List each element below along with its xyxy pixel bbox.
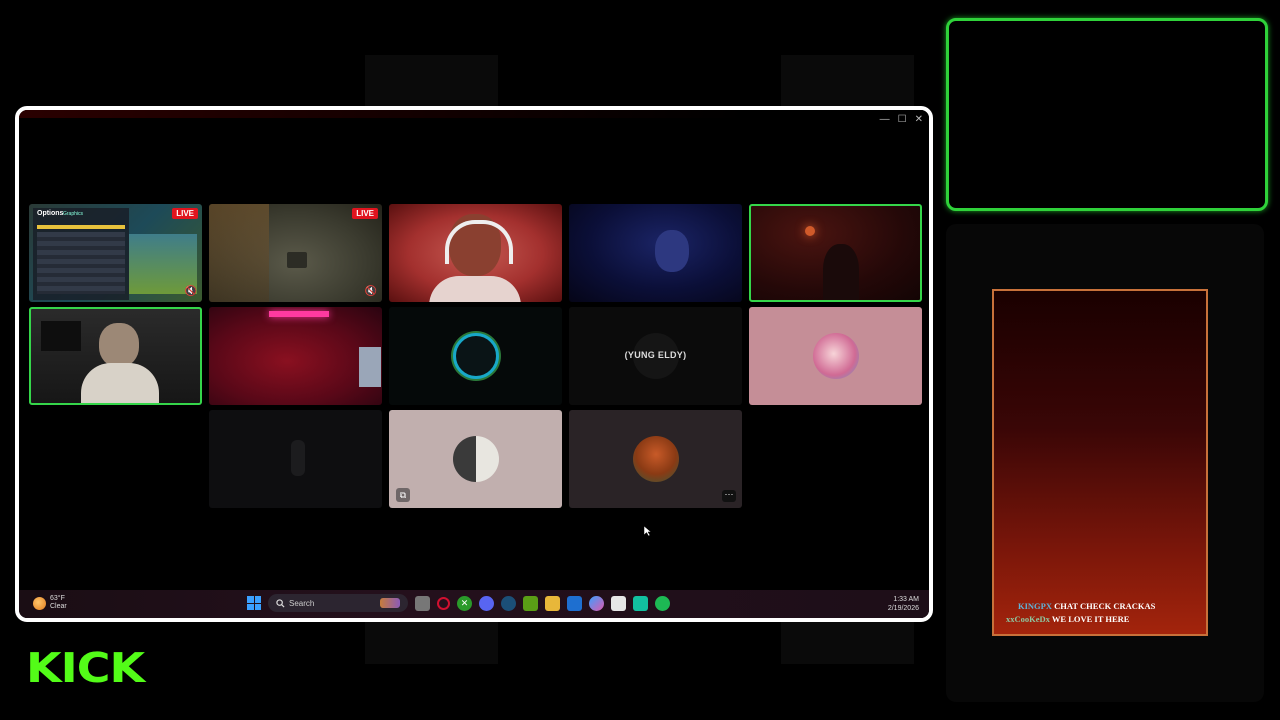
copilot-icon[interactable] xyxy=(589,595,604,611)
more-options-button[interactable]: ··· xyxy=(722,490,736,502)
kick-logo: KICK xyxy=(26,643,145,693)
weather-desc: Clear xyxy=(50,603,67,610)
chat-text: WE LOVE IT HERE xyxy=(1051,614,1130,624)
avatar xyxy=(452,333,499,379)
discord-icon[interactable] xyxy=(479,595,494,611)
taskbar-clock[interactable]: 1:33 AM 2/19/2026 xyxy=(888,595,919,613)
participant-tile-dark-red-room[interactable] xyxy=(749,204,922,302)
background-panel xyxy=(781,618,914,664)
live-badge: LIVE xyxy=(352,208,378,219)
shirt-shape xyxy=(429,276,521,302)
chat-message: KINGPX CHAT CHECK CRACKAS xyxy=(1018,601,1155,611)
avatar xyxy=(812,333,859,379)
overlay-subtitle: Graphics xyxy=(63,211,84,217)
background-panel xyxy=(365,55,498,107)
forest-scene xyxy=(209,204,269,302)
clock-time: 1:33 AM xyxy=(893,596,919,603)
window-titlebar xyxy=(19,110,929,118)
task-view-icon[interactable] xyxy=(415,595,430,611)
game-scene xyxy=(129,234,197,294)
calendar-icon[interactable] xyxy=(611,595,626,611)
live-badge: LIVE xyxy=(172,208,198,219)
chat-username: xxCooKeDx xyxy=(1006,614,1050,624)
headset-shape xyxy=(445,220,513,264)
avatar xyxy=(632,436,679,482)
person-silhouette xyxy=(291,440,305,476)
chat-username: KINGPX xyxy=(1018,601,1052,611)
lamp-light xyxy=(805,226,815,236)
participant-tile-pink[interactable] xyxy=(749,307,922,405)
window-controls: — ☐ ✕ xyxy=(880,114,923,125)
chat-text: CHAT CHECK CRACKAS xyxy=(1054,601,1156,611)
weather-temp: 63°F xyxy=(50,595,65,602)
mail-icon[interactable] xyxy=(567,595,582,611)
file-explorer-icon[interactable] xyxy=(545,595,560,611)
windows-taskbar: 63°F Clear Search ✕ 1:33 AM 2/19/2026 xyxy=(19,590,929,618)
chat-overlay: KINGPX CHAT CHECK CRACKAS xxCooKeDx WE L… xyxy=(992,289,1208,636)
app-icon[interactable] xyxy=(633,595,648,611)
monitor-shape xyxy=(359,347,381,387)
vehicle-shape xyxy=(287,252,307,268)
search-highlight-icon xyxy=(380,598,400,608)
neon-lights xyxy=(269,311,329,317)
search-placeholder: Search xyxy=(289,598,315,608)
weather-icon xyxy=(33,596,46,610)
person-silhouette xyxy=(99,323,139,367)
overlay-title: Options xyxy=(37,210,64,217)
windows-start-icon[interactable] xyxy=(247,596,261,610)
search-icon xyxy=(276,598,285,608)
participant-name: (YUNG ELDY) xyxy=(624,350,687,360)
opera-gx-icon[interactable] xyxy=(437,596,450,610)
participant-tile-dark-blue-cam[interactable] xyxy=(569,204,742,302)
speaker-muted-icon[interactable]: 🔇 xyxy=(185,286,197,297)
webcam-frame xyxy=(946,18,1268,211)
participant-tile-dark-room[interactable] xyxy=(209,410,382,508)
participant-tile-game-stream[interactable]: Options Graphics LIVE 🔇 xyxy=(29,204,202,302)
participant-tile-webcam-headset[interactable] xyxy=(389,204,562,302)
participant-tile-yung-eldy[interactable]: (YUNG ELDY) xyxy=(569,307,742,405)
close-button[interactable]: ✕ xyxy=(915,114,923,125)
steam-icon[interactable] xyxy=(501,595,516,611)
minimize-button[interactable]: — xyxy=(880,114,890,125)
participant-grid: Options Graphics LIVE 🔇 LIVE 🔇 (YUNG ELD… xyxy=(29,204,924,536)
participant-tile-avatar-ring[interactable] xyxy=(389,307,562,405)
participant-tile-beige[interactable]: ⧉ xyxy=(389,410,562,508)
participant-tile-red-bedroom[interactable] xyxy=(209,307,382,405)
call-window: — ☐ ✕ Options Graphics LIVE 🔇 LIVE 🔇 (YU… xyxy=(15,106,933,622)
maximize-button[interactable]: ☐ xyxy=(898,114,907,125)
speaker-muted-icon[interactable]: 🔇 xyxy=(365,286,377,297)
background-panel xyxy=(365,618,498,664)
person-silhouette xyxy=(823,244,859,300)
participant-tile-dark-mauve[interactable]: ··· xyxy=(569,410,742,508)
taskbar-apps: Search ✕ xyxy=(247,594,670,612)
mouse-cursor-icon xyxy=(644,526,652,536)
weather-widget[interactable]: 63°F Clear xyxy=(33,595,67,611)
chat-message: xxCooKeDx WE LOVE IT HERE xyxy=(1006,614,1129,624)
hoodie-shape xyxy=(81,363,159,403)
background-panel xyxy=(781,55,914,107)
person-silhouette xyxy=(655,230,689,272)
avatar xyxy=(452,436,499,482)
clock-date: 2/19/2026 xyxy=(887,605,919,612)
screen-share-icon[interactable]: ⧉ xyxy=(396,488,410,502)
participant-tile-streamer-cam[interactable] xyxy=(29,307,202,405)
taskbar-search[interactable]: Search xyxy=(268,594,408,612)
game-options-overlay: Options Graphics xyxy=(33,208,129,300)
nvidia-icon[interactable] xyxy=(523,595,538,611)
spotify-icon[interactable] xyxy=(655,595,670,611)
xbox-icon[interactable]: ✕ xyxy=(457,595,472,611)
participant-tile-forest-stream[interactable]: LIVE 🔇 xyxy=(209,204,382,302)
monitor-shape xyxy=(41,321,81,351)
